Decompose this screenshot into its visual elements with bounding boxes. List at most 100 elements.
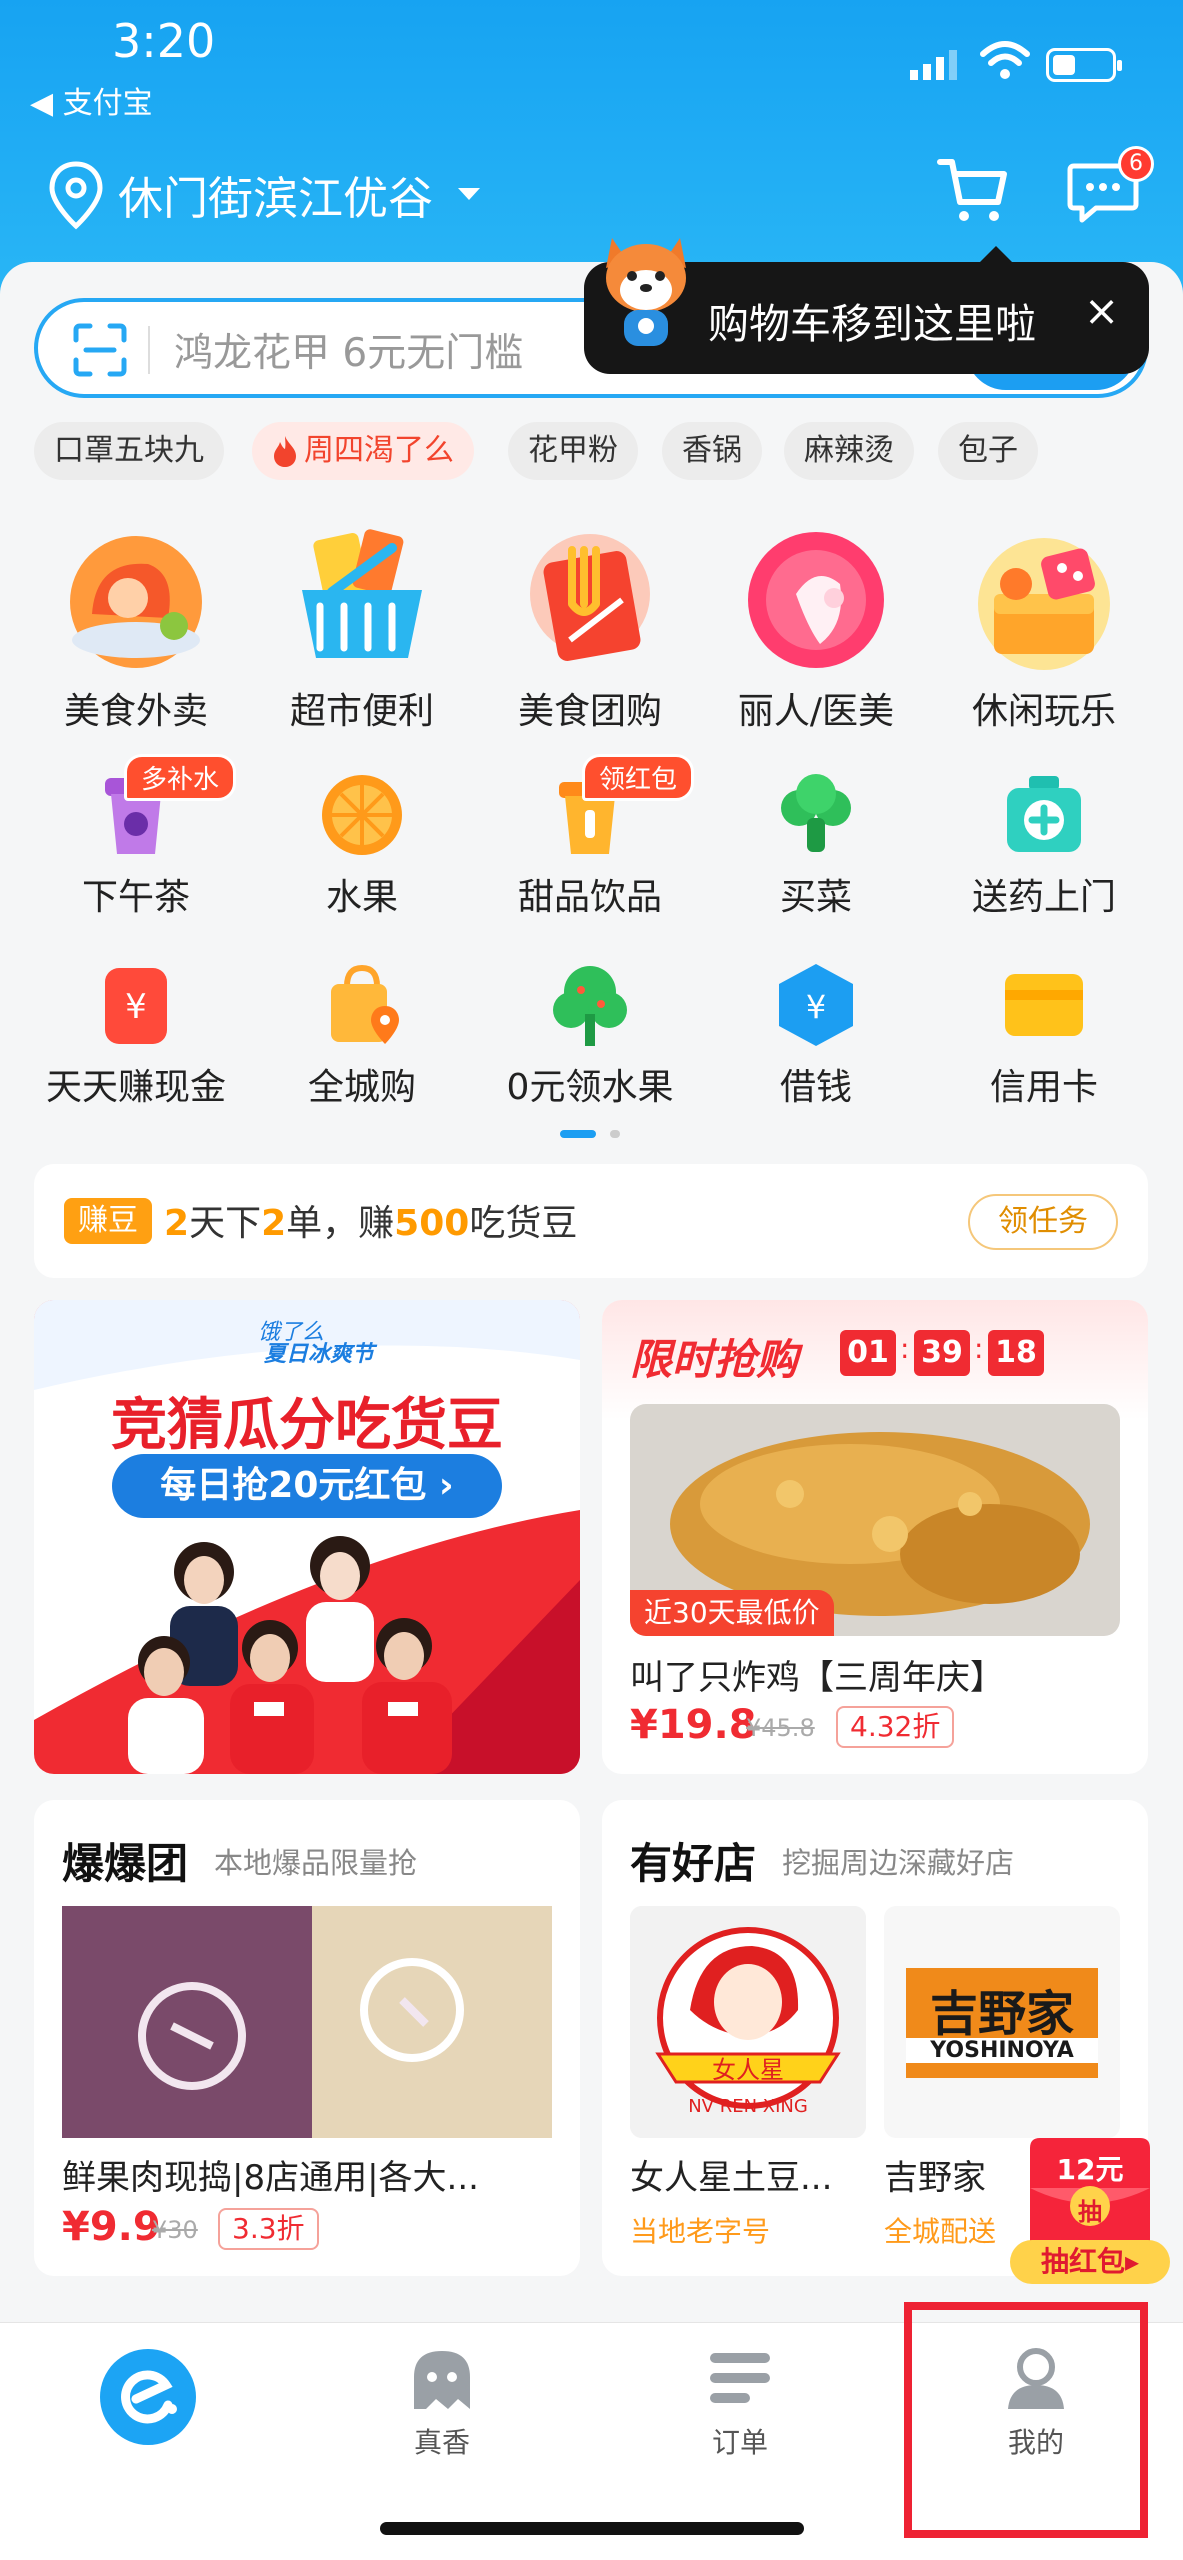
category-leisure[interactable]: 休闲玩乐: [926, 524, 1162, 734]
search-divider: [148, 326, 150, 374]
baobao-original-price: ¥30: [152, 2216, 198, 2244]
good-shop-subtitle: 挖掘周边深藏好店: [782, 1846, 1015, 1880]
chip-huajia[interactable]: 花甲粉: [508, 422, 638, 480]
category-food-delivery[interactable]: 美食外卖: [18, 524, 254, 734]
baobao-title: 爆爆团: [62, 1839, 189, 1888]
shop2-tag: 全城配送: [884, 2215, 997, 2248]
yoshinoya-logo-en: YOSHINOYA: [906, 2038, 1098, 2063]
scan-icon[interactable]: [72, 322, 128, 378]
bean-task-bar[interactable]: 赚豆 2天下2单，赚500吃货豆 领任务: [34, 1164, 1148, 1278]
status-time: 3:20: [112, 14, 216, 68]
nvrenxing-logo-icon: NV REN XING 女人星: [630, 1906, 866, 2138]
search-input[interactable]: 鸿龙花甲 6元无门槛: [174, 322, 523, 378]
category-label: 美食团购: [517, 691, 662, 732]
fire-icon: [274, 436, 296, 467]
baobao-discount-badge: 3.3折: [218, 2208, 319, 2250]
chip-xiangguo[interactable]: 香锅: [662, 422, 762, 480]
product-original-price: ¥45.8: [746, 1714, 815, 1742]
credit-card-icon: [1005, 974, 1083, 1036]
red-packet-center: 抽: [1078, 2198, 1102, 2226]
promo-title: 竞猜瓜分吃货豆: [111, 1393, 503, 1458]
baobao-product-name: 鲜果肉现捣|8店通用|各大...: [62, 2158, 479, 2198]
promo-people-image: [128, 1536, 452, 1774]
back-to-app-link[interactable]: ◀ 支付宝: [30, 78, 153, 122]
chip-thursday-label: 周四渴了么: [304, 433, 454, 468]
good-shop-title: 有好店: [630, 1839, 757, 1888]
chip-thursday[interactable]: 周四渴了么: [252, 422, 474, 480]
category-label: 送药上门: [971, 877, 1116, 918]
category-credit-card[interactable]: 信用卡: [926, 960, 1162, 1110]
nav-orders-label: 订单: [711, 2426, 768, 2459]
category-fruit[interactable]: 水果: [244, 770, 480, 920]
page-indicator: [610, 1130, 620, 1138]
chip-mask[interactable]: 口罩五块九: [34, 422, 224, 480]
red-packet-amount: 12元: [1056, 2153, 1124, 2186]
wifi-icon: [980, 41, 1030, 79]
cart-icon[interactable]: [936, 152, 1012, 228]
category-groceries[interactable]: 买菜: [698, 770, 934, 920]
category-label: 休闲玩乐: [971, 691, 1116, 732]
category-label: 天天赚现金: [45, 1067, 226, 1108]
location-name[interactable]: 休门街滨江优谷: [118, 162, 433, 227]
category-label: 美食外卖: [63, 691, 208, 732]
shop1-name: 女人星土豆...: [630, 2158, 833, 2198]
home-indicator: [380, 2522, 804, 2535]
chip-baozi[interactable]: 包子: [938, 422, 1038, 480]
nav-orders[interactable]: 订单: [660, 2341, 820, 2481]
chip-malatang[interactable]: 麻辣烫: [784, 422, 914, 480]
basket-icon: [302, 529, 422, 658]
category-free-fruit[interactable]: 0元领水果: [472, 960, 708, 1110]
tooltip-close-icon[interactable]: ×: [1084, 286, 1119, 335]
festival-logo-bottom: 夏日冰爽节: [264, 1342, 375, 1367]
shopping-bag-icon: [331, 964, 399, 1044]
category-medicine[interactable]: 送药上门: [926, 770, 1162, 920]
shop1-logo-en: NV REN XING: [688, 2096, 808, 2117]
location-pin-icon[interactable]: [46, 160, 106, 230]
category-label: 信用卡: [989, 1067, 1098, 1108]
category-label: 甜品饮品: [517, 877, 662, 918]
product-name: 叫了只炸鸡【三周年庆】: [630, 1658, 1004, 1698]
orders-list-icon: [710, 2353, 770, 2403]
svg-text:¥: ¥: [806, 988, 826, 1026]
cash-bag-icon: ¥: [105, 968, 167, 1044]
get-task-button[interactable]: 领任务: [968, 1194, 1118, 1250]
orange-icon: [322, 775, 402, 855]
category-daily-cash[interactable]: ¥ 天天赚现金: [18, 960, 254, 1110]
mascot-dog-icon: [606, 238, 686, 346]
message-badge: 6: [1118, 146, 1154, 182]
product-price: ¥19.8: [630, 1702, 757, 1748]
promo-pill[interactable]: 每日抢20元红包 ›: [112, 1454, 502, 1518]
loan-hexagon-icon: ¥: [779, 964, 853, 1046]
fruit-drink-image: [62, 1906, 552, 2138]
eleme-logo-icon: [100, 2349, 196, 2445]
category-label: 丽人/医美: [737, 691, 895, 732]
category-borrow[interactable]: ¥ 借钱: [698, 960, 934, 1110]
chevron-down-icon[interactable]: [458, 188, 480, 200]
shop2-logo: 吉野家 YOSHINOYA: [884, 1906, 1120, 2138]
task-description: 2天下2单，赚500吃货豆: [164, 1203, 578, 1244]
category-group-buy[interactable]: 美食团购: [472, 524, 708, 734]
countdown-hours: 01: [840, 1330, 896, 1376]
battery-icon: [1046, 48, 1122, 82]
yoshinoya-logo: 吉野家 YOSHINOYA: [906, 1968, 1098, 2078]
shop1-tag: 当地老字号: [630, 2215, 771, 2248]
flash-sale-card[interactable]: 限时抢购 01 : 39 : 18 近30天最低价 叫了只炸鸡【三周年庆】 ¥1…: [602, 1300, 1148, 1774]
shop1-logo-text: 女人星: [712, 2056, 784, 2084]
baobao-group-card[interactable]: 爆爆团 本地爆品限量抢 鲜果肉现捣|8店通用|各大... ¥9.9 ¥30 3.…: [34, 1800, 580, 2276]
beauty-icon: [748, 532, 884, 668]
category-label: 超市便利: [289, 691, 434, 732]
yoshinoya-logo-cn: 吉野家: [929, 1986, 1074, 2042]
category-supermarket[interactable]: 超市便利: [244, 524, 480, 734]
red-packet-float[interactable]: 12元 抽 抽红包▸: [1010, 2128, 1170, 2288]
category-beauty[interactable]: 丽人/医美: [698, 524, 934, 734]
category-label: 借钱: [779, 1067, 852, 1108]
tooltip-text: 购物车移到这里啦: [708, 300, 1036, 348]
page-indicator-active: [560, 1130, 596, 1138]
promo-guess-banner[interactable]: 饿了么 夏日冰爽节 竞猜瓜分吃货豆 每日抢20元红包 ›: [34, 1300, 580, 1774]
nav-zhenxiang[interactable]: 真香: [362, 2341, 522, 2481]
category-label: 0元领水果: [506, 1067, 674, 1108]
nav-home[interactable]: [98, 2347, 198, 2447]
category-citywide[interactable]: 全城购: [244, 960, 480, 1110]
baobao-subtitle: 本地爆品限量抢: [214, 1846, 418, 1880]
medicine-box-icon: [1007, 776, 1081, 852]
